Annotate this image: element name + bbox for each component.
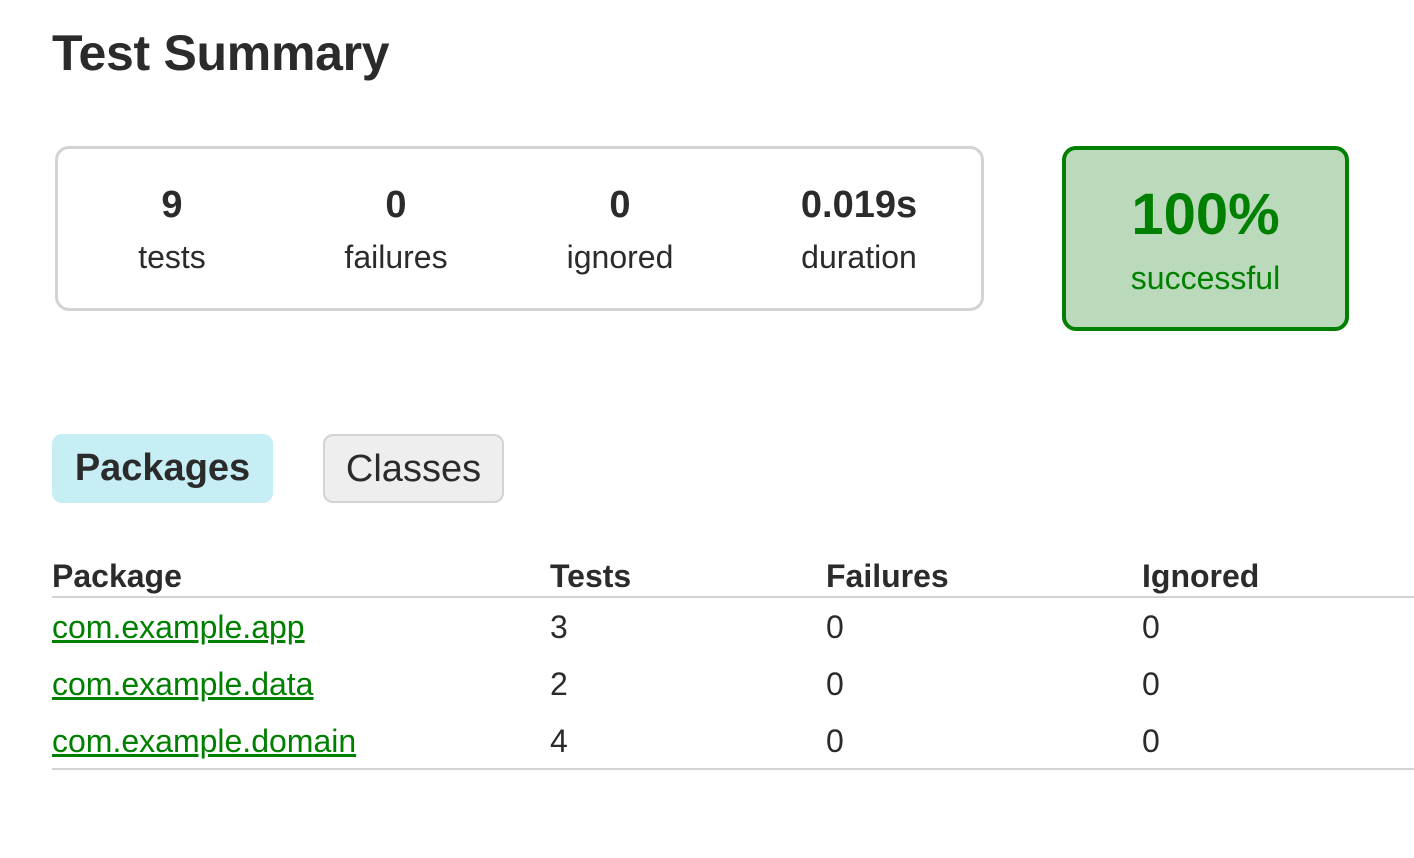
stat-ignored-value: 0 (609, 184, 631, 226)
ignored-cell: 0 (1142, 666, 1160, 702)
tests-cell: 4 (550, 723, 568, 759)
stat-tests-value: 9 (161, 184, 183, 226)
success-rate-box: 100% successful (1062, 146, 1349, 331)
package-cell: com.example.data (52, 665, 313, 703)
package-cell: com.example.domain (52, 722, 356, 760)
package-link-app[interactable]: com.example.app (52, 609, 305, 645)
stat-failures: 0 failures (286, 183, 506, 275)
failures-cell: 0 (826, 723, 844, 759)
failures-cell: 0 (826, 609, 844, 645)
success-rate-label: successful (1130, 260, 1281, 296)
package-link-domain[interactable]: com.example.domain (52, 723, 356, 759)
success-rate-value: 100% (1131, 182, 1280, 247)
stat-tests-label: tests (138, 239, 206, 275)
table-row: com.example.data 2 0 0 (52, 655, 1414, 712)
stat-ignored-label: ignored (566, 239, 674, 275)
stat-failures-value: 0 (385, 184, 407, 226)
table-bottom-divider (52, 768, 1414, 770)
tab-classes[interactable]: Classes (323, 434, 504, 503)
stat-ignored: 0 ignored (510, 183, 730, 275)
stat-duration: 0.019s duration (749, 183, 969, 275)
stat-duration-value: 0.019s (800, 184, 918, 226)
column-header-tests: Tests (550, 558, 632, 594)
failures-cell: 0 (826, 666, 844, 702)
table-header: Package Tests Failures Ignored (52, 556, 1414, 598)
column-header-failures: Failures (826, 558, 949, 594)
table-row: com.example.app 3 0 0 (52, 598, 1414, 655)
column-header-ignored: Ignored (1142, 558, 1260, 594)
table-row: com.example.domain 4 0 0 (52, 712, 1414, 769)
column-header-package: Package (52, 558, 182, 594)
ignored-cell: 0 (1142, 609, 1160, 645)
tests-cell: 3 (550, 609, 568, 645)
ignored-cell: 0 (1142, 723, 1160, 759)
stat-failures-label: failures (344, 239, 448, 275)
packages-table: Package Tests Failures Ignored com.examp… (52, 556, 1414, 770)
package-cell: com.example.app (52, 608, 305, 646)
stat-tests: 9 tests (62, 183, 282, 275)
stat-duration-label: duration (801, 239, 917, 275)
package-link-data[interactable]: com.example.data (52, 666, 313, 702)
tab-packages[interactable]: Packages (52, 434, 273, 503)
page-title: Test Summary (52, 25, 390, 81)
tests-cell: 2 (550, 666, 568, 702)
summary-box: 9 tests 0 failures 0 ignored 0.019s dura… (55, 146, 984, 311)
